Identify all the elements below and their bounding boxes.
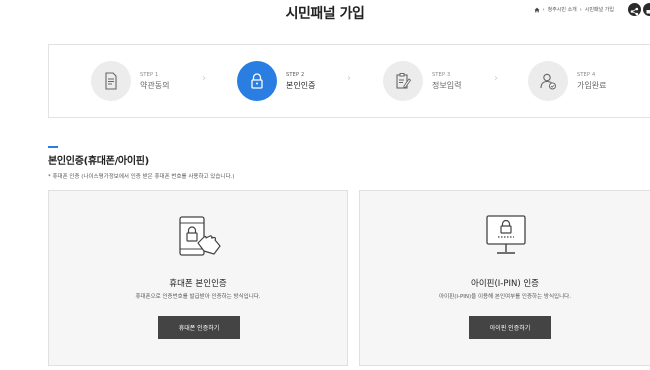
user-check-icon — [540, 73, 556, 90]
step-3-circle — [383, 61, 423, 101]
step-3: STEP 3 정보입력 — [383, 59, 461, 103]
lock-icon — [251, 73, 263, 89]
breadcrumb-separator: › — [579, 6, 582, 13]
clipboard-edit-icon — [396, 73, 412, 89]
phone-auth-button[interactable]: 휴대폰 인증하기 — [158, 316, 240, 339]
home-icon[interactable] — [534, 7, 540, 13]
share-icon — [630, 7, 639, 16]
phone-auth-card: 휴대폰 본인인증 휴대폰으로 인증번호를 발급받아 인증하는 방식입니다. 휴대… — [48, 190, 348, 366]
step-4: STEP 4 가입완료 — [528, 59, 606, 103]
card-description: 아이핀(I-PIN)을 이용해 본인여부를 인증하는 방식입니다. — [439, 294, 571, 300]
ipin-auth-card: 아이핀(I-PIN) 인증 아이핀(I-PIN)을 이용해 본인여부를 인증하는… — [359, 190, 650, 366]
step-label: 약관동의 — [140, 80, 170, 90]
section-note: * 휴대폰 인증 (나이스평가정보에서 인증 받은 휴대폰 번호를 사용하고 있… — [48, 174, 235, 180]
step-number: STEP 2 — [286, 71, 305, 78]
card-description: 휴대폰으로 인증번호를 발급받아 인증하는 방식입니다. — [135, 294, 261, 300]
breadcrumb-item-intro[interactable]: 청주시민 소개 — [548, 6, 577, 13]
step-1: STEP 1 약관동의 — [91, 59, 169, 103]
card-title: 휴대폰 본인인증 — [169, 279, 227, 289]
breadcrumb: › 청주시민 소개 › 시민패널 가입 — [534, 6, 614, 13]
step-number: STEP 3 — [432, 71, 451, 78]
step-number: STEP 4 — [577, 71, 596, 78]
step-number: STEP 1 — [140, 71, 159, 78]
breadcrumb-separator: › — [542, 6, 545, 13]
card-title: 아이핀(I-PIN) 인증 — [471, 279, 539, 289]
step-arrow-icon: › — [494, 73, 498, 84]
ipin-auth-button[interactable]: 아이핀 인증하기 — [469, 316, 551, 339]
step-arrow-icon: › — [347, 73, 351, 84]
step-4-circle — [528, 61, 568, 101]
print-icon — [646, 10, 650, 14]
section-title: 본인인증(휴대폰/아이핀) — [48, 156, 149, 167]
breadcrumb-item-current[interactable]: 시민패널 가입 — [585, 6, 614, 13]
step-label: 본인인증 — [286, 80, 316, 90]
section-accent-bar — [48, 146, 58, 148]
page-header: 시민패널 가입 › 청주시민 소개 › 시민패널 가입 — [0, 0, 650, 30]
document-icon — [105, 72, 117, 90]
step-label: 정보입력 — [432, 80, 462, 90]
phone-touch-icon — [179, 216, 221, 256]
step-2-circle — [237, 61, 277, 101]
signup-steps: STEP 1 약관동의 › STEP 2 본인인증 › STEP 3 정보입력 … — [48, 44, 650, 118]
print-button[interactable] — [643, 3, 650, 16]
step-arrow-icon: › — [202, 73, 206, 84]
step-1-circle — [91, 61, 131, 101]
step-2: STEP 2 본인인증 — [237, 59, 315, 103]
monitor-lock-icon — [486, 215, 526, 254]
step-label: 가입완료 — [577, 80, 607, 90]
share-button[interactable] — [628, 3, 641, 16]
